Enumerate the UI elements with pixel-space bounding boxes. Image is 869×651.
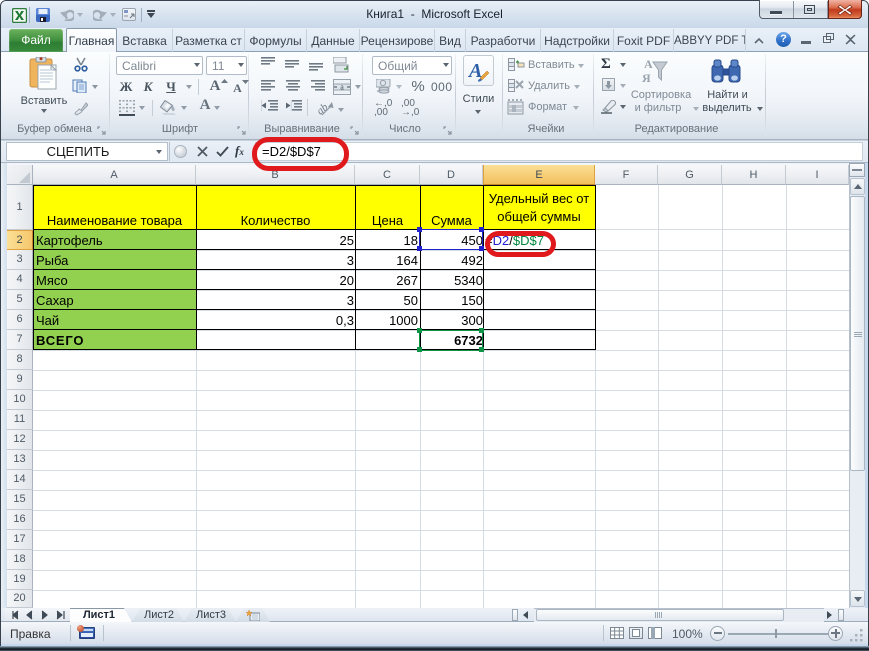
svg-text:А: А [644, 57, 653, 71]
svg-text:Я: Я [642, 71, 651, 85]
svg-text:a: a [340, 83, 344, 92]
